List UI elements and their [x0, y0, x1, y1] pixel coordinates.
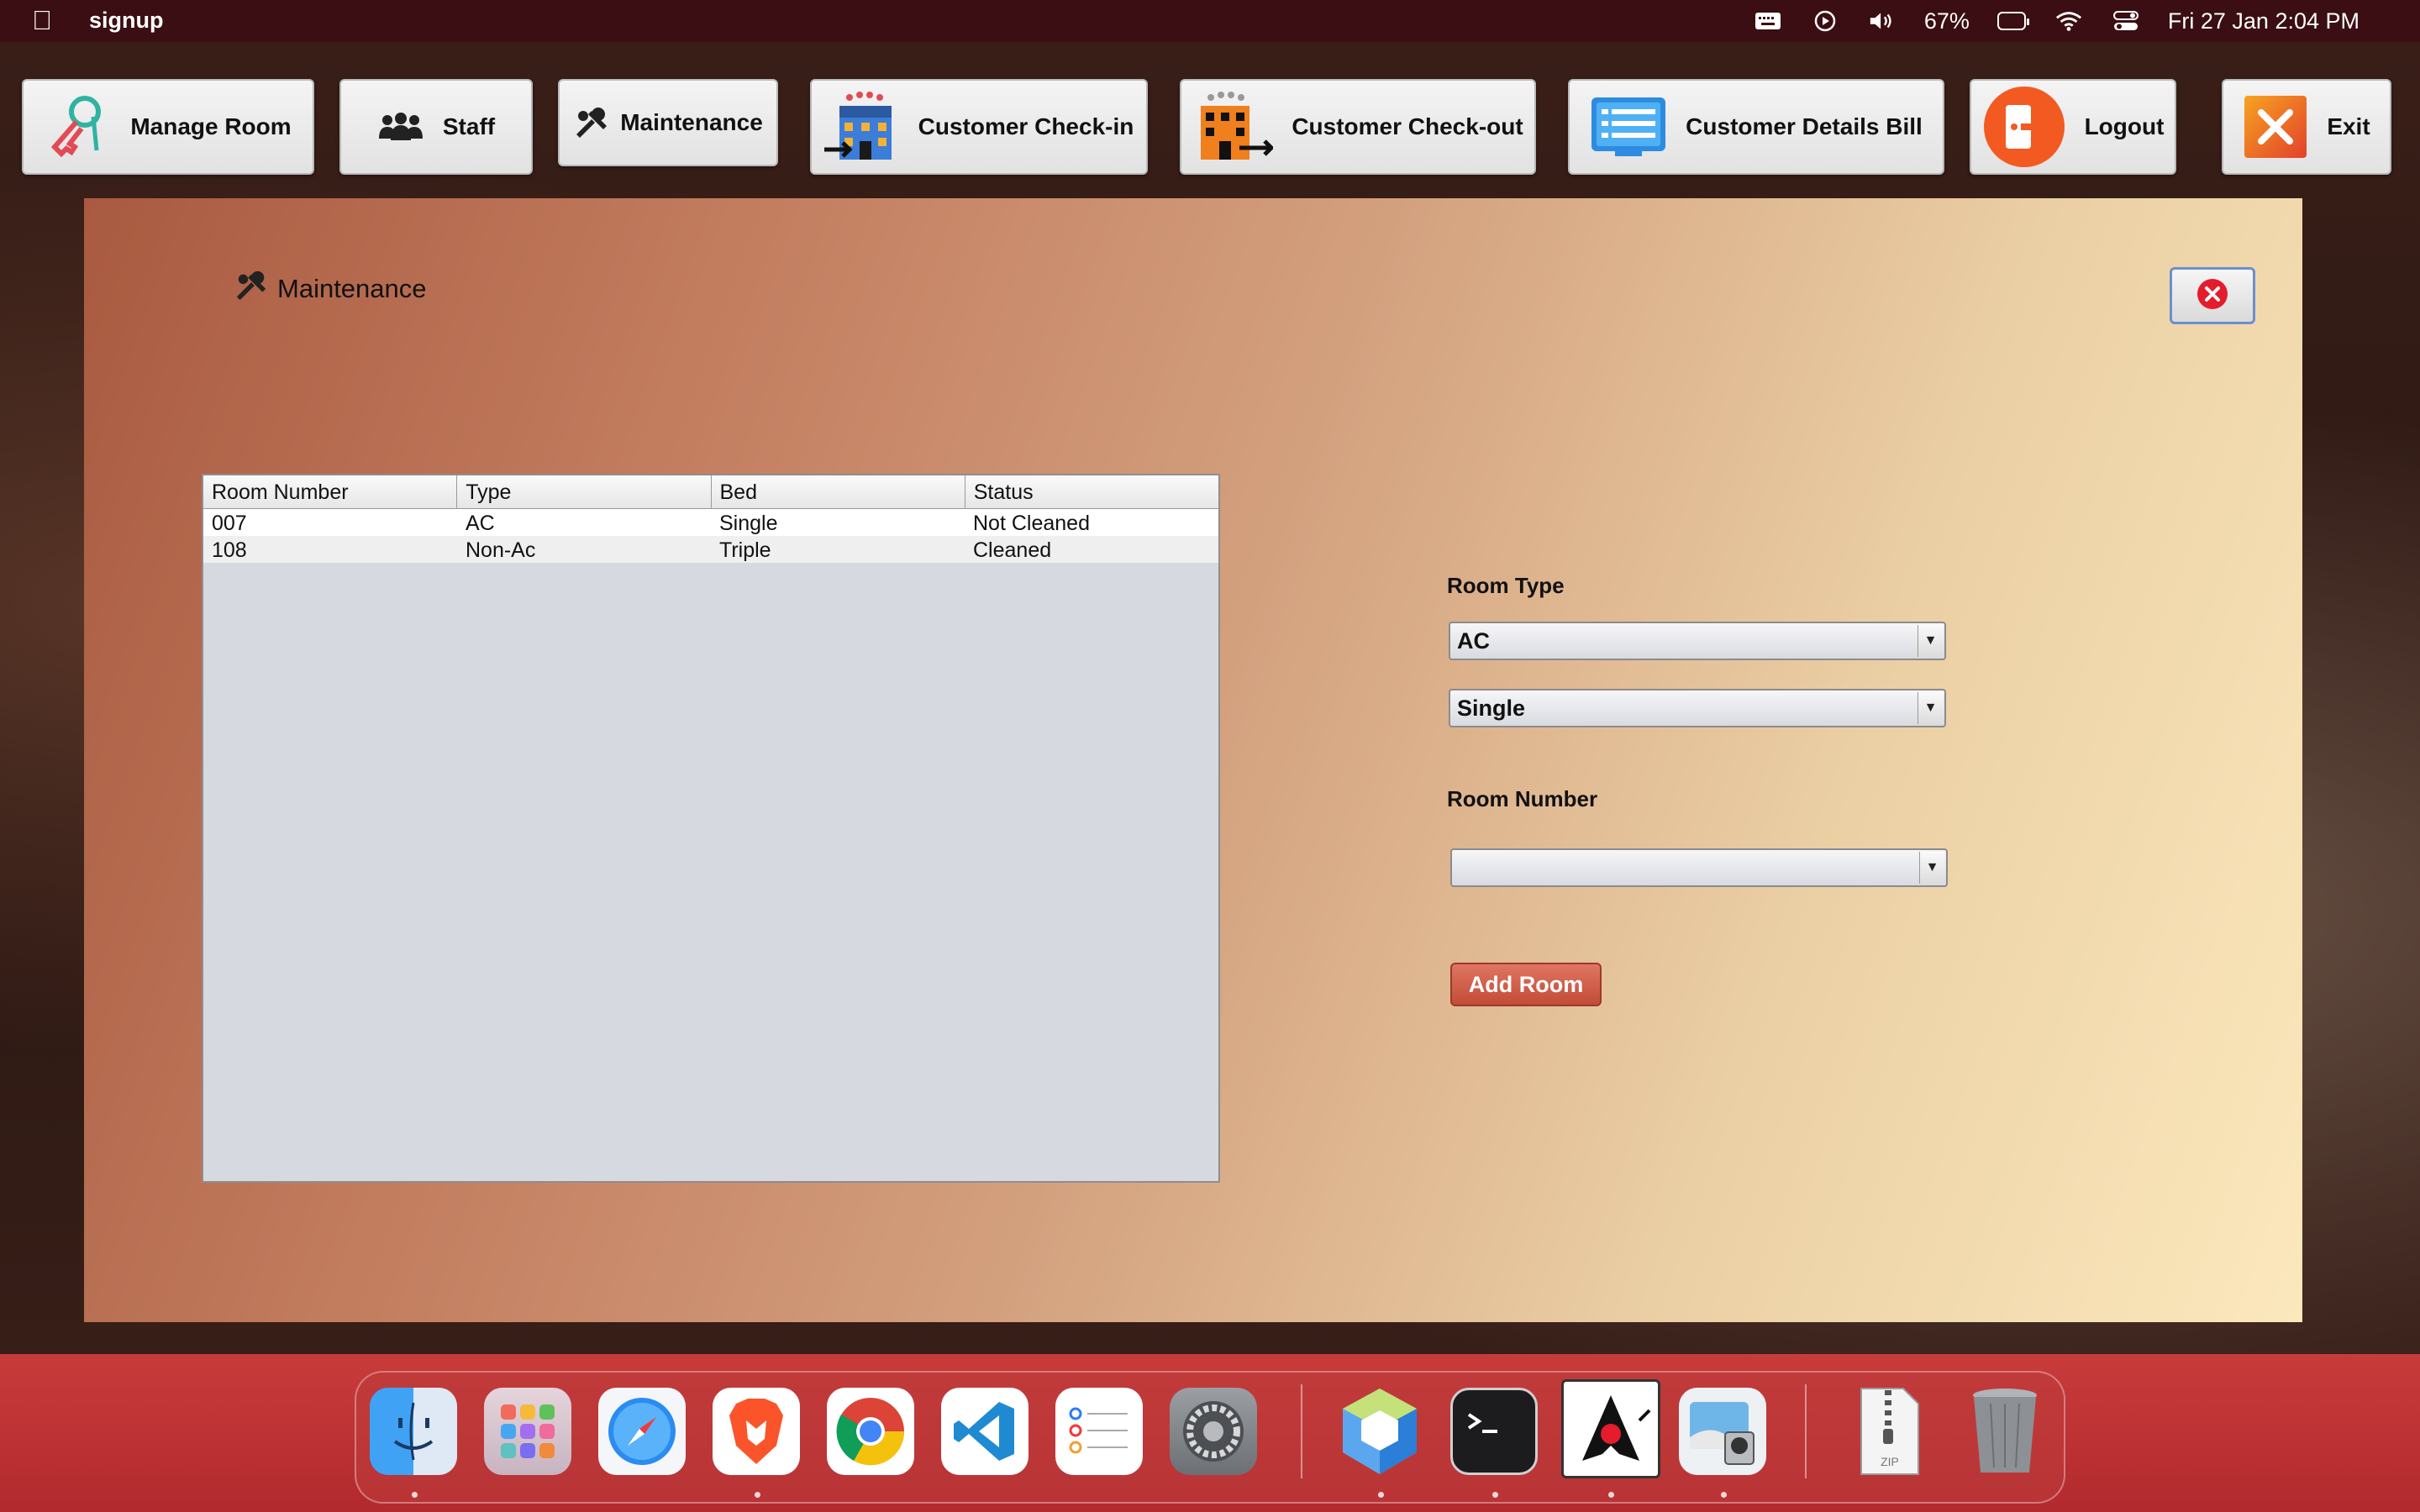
netbeans-icon[interactable] [1336, 1388, 1423, 1475]
column-header-bed[interactable]: Bed [712, 475, 965, 508]
running-indicator [1721, 1492, 1727, 1498]
tools-icon [573, 106, 610, 139]
terminal-icon[interactable] [1450, 1388, 1538, 1475]
column-header-type[interactable]: Type [457, 475, 712, 508]
zip-archive-icon[interactable]: ZIP [1845, 1388, 1933, 1475]
trash-icon[interactable] [1961, 1388, 2049, 1475]
column-header-status[interactable]: Status [965, 475, 1218, 508]
cell-bed: Triple [719, 538, 771, 562]
finder-icon[interactable] [370, 1388, 457, 1475]
logout-icon [1982, 85, 2066, 169]
cell-room-number: 007 [212, 512, 247, 535]
play-circle-icon[interactable] [1811, 10, 1839, 32]
bed-type-select[interactable]: Single ▼ [1449, 689, 1946, 727]
cell-type: Non-Ac [466, 538, 536, 562]
app-name-menu[interactable]: signup [89, 8, 164, 34]
customer-checkout-label: Customer Check-out [1292, 113, 1523, 139]
bed-type-value: Single [1457, 695, 1526, 721]
volume-icon[interactable] [1868, 10, 1897, 32]
brave-icon[interactable] [713, 1388, 800, 1475]
logout-button[interactable]: Logout [1970, 79, 2176, 175]
java-icon[interactable] [1561, 1379, 1660, 1478]
apple-menu-icon[interactable]:  [32, 5, 52, 36]
customer-checkin-button[interactable]: Customer Check-in [810, 79, 1148, 175]
close-panel-button[interactable] [2170, 267, 2255, 324]
staff-label: Staff [442, 113, 496, 139]
close-circle-icon [2196, 277, 2229, 315]
bill-list-icon [1590, 96, 1667, 158]
customer-checkin-label: Customer Check-in [918, 113, 1134, 139]
cell-status: Cleaned [973, 538, 1052, 562]
preview-icon[interactable] [1679, 1388, 1766, 1475]
chrome-icon[interactable] [827, 1388, 914, 1475]
chevron-down-icon[interactable]: ▼ [1918, 692, 1943, 724]
keyboard-icon[interactable] [1754, 10, 1782, 32]
wifi-icon[interactable] [2054, 10, 2083, 32]
dock-separator [1301, 1384, 1302, 1478]
cell-bed: Single [719, 512, 778, 535]
hotel-checkout-icon [1192, 91, 1274, 163]
logout-label: Logout [2084, 113, 2165, 139]
vscode-icon[interactable] [941, 1388, 1028, 1475]
table-row[interactable]: 108 Non-Ac Triple Cleaned [203, 536, 1218, 563]
running-indicator [1378, 1492, 1384, 1498]
page-title: Maintenance [234, 269, 427, 309]
room-number-label: Room Number [1447, 786, 1598, 811]
battery-percent: 67% [1923, 8, 1970, 34]
rooms-table[interactable]: Room Number Type Bed Status 007 AC Singl… [202, 474, 1220, 1183]
safari-icon[interactable] [598, 1388, 686, 1475]
running-indicator [412, 1492, 418, 1498]
maintenance-label: Maintenance [620, 109, 763, 135]
tools-icon [234, 269, 269, 309]
control-center-icon[interactable] [2112, 10, 2140, 32]
menu-bar:  signup 67% Fri 27 Jan 2:04 PM [0, 0, 2420, 42]
maintenance-panel: Maintenance Room Number Type Bed Status … [84, 198, 2302, 1322]
system-settings-icon[interactable] [1170, 1388, 1257, 1475]
customer-details-bill-button[interactable]: Customer Details Bill [1568, 79, 1944, 175]
manage-room-button[interactable]: Manage Room [22, 79, 314, 175]
staff-button[interactable]: Staff [339, 79, 533, 175]
chevron-down-icon[interactable]: ▼ [1919, 852, 1944, 884]
chevron-down-icon[interactable]: ▼ [1918, 625, 1943, 657]
cell-room-number: 108 [212, 538, 247, 562]
room-number-select[interactable]: ▼ [1450, 848, 1948, 887]
customer-checkout-button[interactable]: Customer Check-out [1180, 79, 1536, 175]
close-icon [2243, 94, 2308, 160]
battery-icon[interactable] [1996, 10, 2029, 32]
reminders-icon[interactable] [1055, 1388, 1143, 1475]
room-type-value: AC [1457, 627, 1490, 654]
menu-bar-status: 67% Fri 27 Jan 2:04 PM [1739, 0, 2373, 42]
table-row[interactable]: 007 AC Single Not Cleaned [203, 509, 1218, 536]
running-indicator [1608, 1492, 1614, 1498]
clock[interactable]: Fri 27 Jan 2:04 PM [2168, 8, 2360, 34]
customer-details-bill-label: Customer Details Bill [1686, 113, 1923, 139]
room-type-label: Room Type [1447, 573, 1565, 598]
exit-label: Exit [2327, 113, 2370, 139]
column-header-room-number[interactable]: Room Number [203, 475, 458, 508]
cell-status: Not Cleaned [973, 512, 1090, 535]
zip-label: ZIP [1881, 1455, 1899, 1468]
running-indicator [1492, 1492, 1498, 1498]
key-icon [45, 92, 112, 162]
maintenance-button[interactable]: Maintenance [558, 79, 778, 166]
dock-separator [1805, 1384, 1807, 1478]
launchpad-icon[interactable] [484, 1388, 571, 1475]
people-icon [377, 112, 424, 142]
running-indicator [755, 1492, 760, 1498]
manage-room-label: Manage Room [130, 113, 292, 139]
cell-type: AC [466, 512, 495, 535]
add-room-button[interactable]: Add Room [1450, 963, 1602, 1006]
table-header: Room Number Type Bed Status [203, 475, 1218, 509]
room-type-select[interactable]: AC ▼ [1449, 622, 1946, 660]
exit-button[interactable]: Exit [2222, 79, 2391, 175]
hotel-checkin-icon [823, 91, 900, 163]
page-title-text: Maintenance [277, 274, 427, 303]
